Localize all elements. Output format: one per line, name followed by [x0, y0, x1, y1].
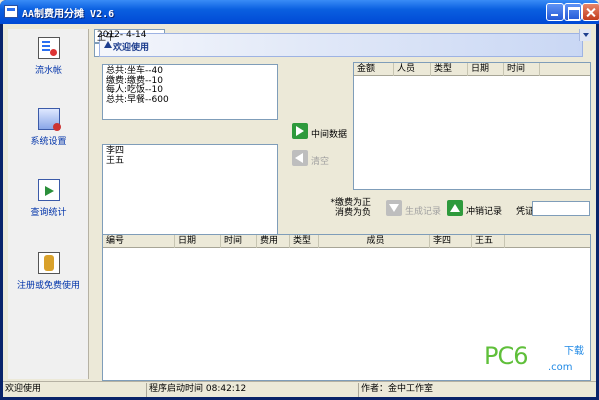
sign-note-line: *缴费为正: [330, 198, 371, 208]
sidebar-item-register[interactable]: 注册或免费使用: [8, 252, 89, 291]
sign-note: *缴费为正 消费为负: [316, 198, 371, 218]
middle-data-button[interactable]: 中间数据: [292, 123, 352, 141]
app-icon[interactable]: [4, 5, 18, 18]
summary-line: 总共:早餐--600: [106, 94, 169, 105]
sidebar-item-label: 系统设置: [30, 137, 67, 147]
close-button[interactable]: [582, 3, 599, 21]
sidebar-item-query-stats[interactable]: 查询统计: [8, 179, 89, 218]
button-label: 冲销记录: [466, 207, 503, 217]
sidebar: 流水帐 系统设置 查询统计 注册或免费使用: [8, 29, 89, 379]
button-label: 生成记录: [405, 207, 442, 217]
generate-record-button[interactable]: 生成记录: [386, 200, 446, 218]
column-header-fee[interactable]: 费用: [257, 235, 290, 248]
query-stats-icon: [37, 179, 60, 201]
status-author: 作者：金中工作室: [358, 383, 596, 397]
table-header: 金额 人员 类型 日期 时间: [354, 63, 590, 76]
column-header-time[interactable]: 时间: [504, 63, 540, 76]
watermark-logo: PC6 下载 .com: [484, 342, 594, 378]
chevron-down-icon[interactable]: [579, 29, 591, 41]
column-header-amount[interactable]: 金额: [354, 63, 394, 76]
status-start-time: 程序启动时间 08:42:12: [146, 383, 357, 397]
column-header-type[interactable]: 类型: [290, 235, 319, 248]
sign-note-line: 消费为负: [334, 208, 371, 218]
ledger-icon: [37, 37, 60, 59]
records-table[interactable]: 金额 人员 类型 日期 时间: [353, 62, 591, 190]
summary-textbox[interactable]: 总共:坐车--40 缴费:缴费--10 每人:吃饭--10 总共:早餐--600: [102, 64, 278, 120]
column-header-id[interactable]: 编号: [103, 235, 175, 248]
column-header-date[interactable]: 日期: [468, 63, 504, 76]
button-label: 中间数据: [311, 130, 348, 140]
voucher-input[interactable]: [532, 201, 590, 216]
sidebar-item-label: 流水帐: [34, 66, 62, 76]
main-panel: 欢迎使用 总共:坐车--40 缴费:缴费--10 每人:吃饭--10 总共:早餐--6…: [94, 29, 591, 382]
section-header[interactable]: 欢迎使用: [99, 33, 583, 57]
watermark-xz: 下载: [564, 346, 584, 357]
sidebar-item-label: 注册或免费使用: [16, 281, 80, 291]
app-window: AA制费用分摊 V2.6 流水帐 系统设置 查询统计 注册或免费使用 欢迎使用 …: [0, 0, 599, 400]
register-icon: [37, 252, 60, 274]
settings-icon: [37, 108, 61, 131]
window-title: AA制费用分摊 V2.6: [22, 9, 115, 20]
column-header-person[interactable]: 人员: [394, 63, 431, 76]
arrow-right-icon: [292, 123, 308, 139]
sidebar-item-settings[interactable]: 系统设置: [8, 108, 89, 147]
status-bar: 欢迎使用 程序启动时间 08:42:12 作者：金中工作室: [3, 381, 596, 397]
maximize-button[interactable]: [564, 3, 582, 21]
minimize-button[interactable]: [546, 3, 564, 21]
section-title: 欢迎使用: [113, 43, 150, 53]
arrow-down-icon: [386, 200, 402, 216]
sidebar-item-ledger[interactable]: 流水帐: [8, 37, 89, 76]
title-bar[interactable]: AA制费用分摊 V2.6: [0, 0, 599, 24]
reverse-record-button[interactable]: 冲销记录: [447, 200, 507, 218]
column-header-type[interactable]: 类型: [431, 63, 468, 76]
list-item[interactable]: 王五: [106, 156, 274, 167]
arrow-left-icon: [292, 150, 308, 166]
list-item[interactable]: 李四: [106, 146, 274, 157]
column-header-date[interactable]: 日期: [175, 235, 221, 248]
ampm-value: 上午: [97, 33, 116, 43]
column-header-wangwu[interactable]: 王五: [472, 235, 505, 248]
sidebar-item-label: 查询统计: [30, 208, 67, 218]
button-label: 清空: [311, 157, 330, 167]
watermark-com: .com: [548, 362, 573, 373]
table-header: 编号 日期 时间 费用 类型 成员 李四 王五: [103, 235, 590, 248]
watermark-brand: PC6: [484, 342, 528, 370]
arrow-up-icon: [447, 200, 463, 216]
status-welcome: 欢迎使用: [5, 384, 42, 394]
column-header-members[interactable]: 成员: [319, 235, 430, 248]
clear-button[interactable]: 清空: [292, 150, 342, 168]
column-header-lisi[interactable]: 李四: [430, 235, 472, 248]
column-header-time[interactable]: 时间: [221, 235, 257, 248]
